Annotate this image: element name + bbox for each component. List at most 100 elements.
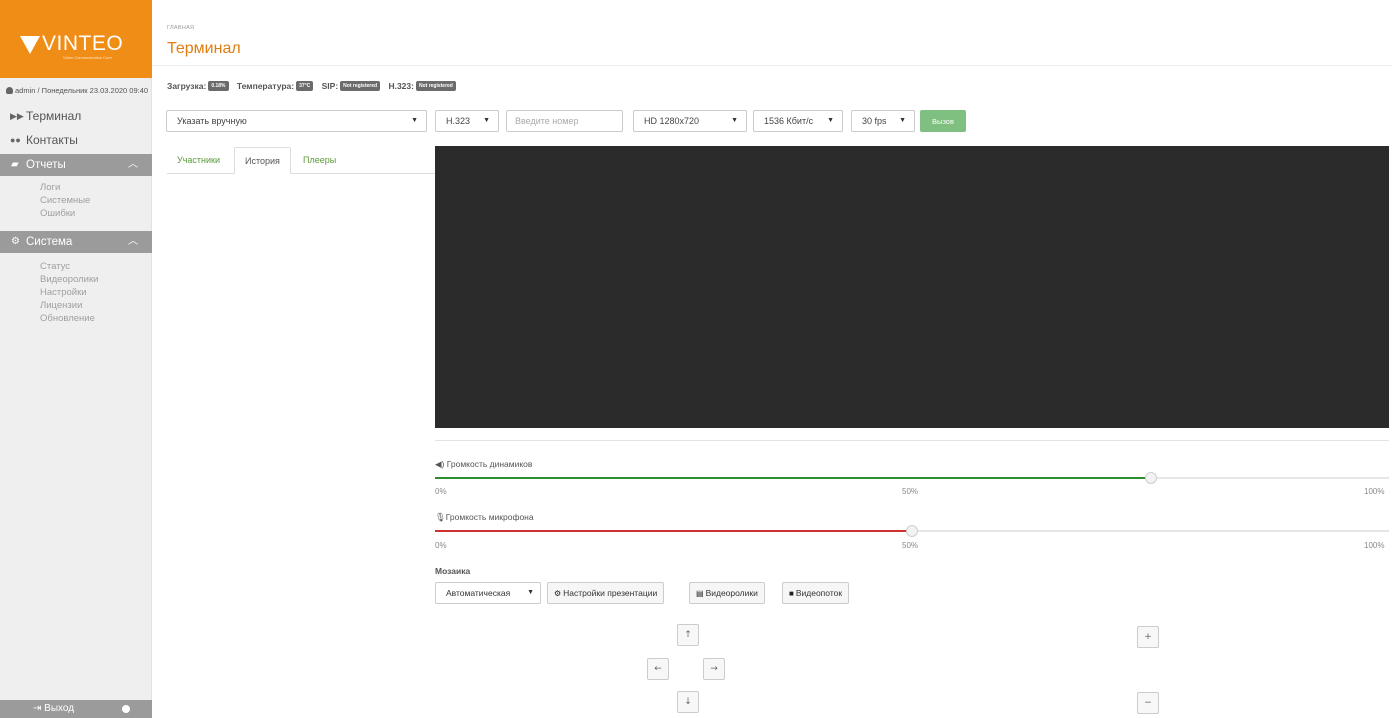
videos-label: Видеоролики [705,588,758,598]
dropdown-arrow-icon: ▼ [527,589,534,596]
mic-volume-text: Громкость микрофона [445,512,534,522]
call-button[interactable]: Вызов [920,110,966,132]
dropdown-arrow-icon: ▼ [899,117,906,124]
speaker-volume-text: Громкость динамиков [446,459,533,469]
film-icon: ▤ [696,589,704,598]
videostream-label: Видеопоток [795,588,843,598]
sidebar-item-errors[interactable]: Ошибки [40,208,75,220]
settings-gear-icon[interactable] [122,705,130,713]
tab-history[interactable]: История [234,147,291,174]
videostream-button[interactable]: ■ Видеопоток [782,582,850,604]
presentation-settings-button[interactable]: ⚙ Настройки презентации [547,582,665,604]
fps-select[interactable]: 30 fps ▼ [851,110,915,132]
logout-label: Выход [44,703,75,714]
logo-v-mark [20,36,40,54]
bitrate-select[interactable]: 1536 Кбит/с ▼ [753,110,843,132]
load-label: Загрузка: [167,80,207,91]
dropdown-arrow-icon: ▼ [827,117,834,124]
sidebar-item-status[interactable]: Статус [40,261,70,273]
load-badge: 0.18% [208,80,229,91]
bitrate-select-value: 1536 Кбит/с [764,116,814,126]
zoom-out-button[interactable]: − [1137,692,1159,714]
sidebar-item-terminal[interactable]: ▶▶ Терминал [0,105,152,127]
videos-button[interactable]: ▤ Видеоролики [689,582,765,604]
mosaic-mode-value: Автоматическая [446,588,511,598]
temperature-label: Температура: [236,80,295,91]
sidebar-item-update[interactable]: Обновление [40,313,95,325]
sidebar-item-label: Контакты [26,133,78,147]
sidebar-section-label: Система [26,236,73,248]
mic-scale-max: 100% [1364,541,1385,550]
zoom-in-button[interactable]: + [1137,626,1159,648]
chevron-up-icon: ︿ [128,236,138,247]
number-input[interactable] [506,110,623,132]
sidebar-item-settings[interactable]: Настройки [40,287,87,299]
mic-scale-min: 0% [435,541,447,550]
logo-tagline: Video Communication Core [63,55,112,60]
dropdown-arrow-icon: ▼ [483,117,490,124]
video-camera-icon: ■ [789,589,794,598]
contact-select-value: Указать вручную [177,116,247,126]
camera-right-button[interactable]: → [703,658,725,680]
speaker-volume-handle[interactable] [1144,472,1157,484]
cogs-icon: ⚙ [11,236,20,247]
mic-scale-mid: 50% [902,541,919,550]
logo-brand: VINTEO [42,32,124,55]
resolution-select[interactable]: HD 1280x720 ▼ [633,110,747,132]
sidebar-section-system[interactable]: ⚙ Система ︿ [0,231,152,253]
book-icon: ▰ [11,159,19,170]
fast-forward-icon: ▶▶ [10,111,24,121]
dropdown-arrow-icon: ▼ [411,117,418,124]
protocol-select-value: H.323 [446,116,471,126]
page-title: Терминал [167,40,241,57]
speaker-scale-mid: 50% [902,487,919,496]
chevron-up-icon: ︿ [128,159,138,170]
presentation-settings-label: Настройки презентации [563,588,658,598]
status-bar: Загрузка: 0.18% Температура: 37°C SIP: Not … [167,80,462,92]
speaker-scale-min: 0% [435,487,447,496]
sidebar: VINTEO Video Communication Core admin / … [0,0,152,718]
camera-down-button[interactable]: ↓ [677,691,699,713]
logout-bar: ⇥ Выход [0,700,152,718]
protocol-select[interactable]: H.323 ▼ [435,110,499,132]
contact-select[interactable]: Указать вручную ▼ [166,110,427,132]
sidebar-item-videos[interactable]: Видеоролики [40,274,98,286]
dropdown-arrow-icon: ▼ [731,117,738,124]
microphone-icon: 🎙 [435,512,446,522]
mic-volume-slider[interactable] [435,525,1389,537]
user-info-text: admin / Понедельник 23.03.2020 09:40 [15,86,149,95]
sidebar-item-licenses[interactable]: Лицензии [40,300,82,312]
temperature-badge: 37°C [296,80,314,91]
camera-up-button[interactable]: ↑ [677,624,699,646]
mosaic-mode-select[interactable]: Автоматическая ▼ [435,582,541,604]
sidebar-item-logs[interactable]: Логи [40,182,60,194]
h323-label: H.323: [388,80,414,91]
speaker-volume-fill [435,477,1151,479]
vinteo-logo[interactable]: VINTEO Video Communication Core [0,0,152,78]
sidebar-item-contacts[interactable]: ●● Контакты [0,129,152,151]
sip-label: SIP: [321,80,339,91]
mic-volume-fill [435,530,912,532]
logout-button[interactable]: ⇥ Выход [33,700,74,718]
video-divider [435,440,1389,441]
video-panel[interactable] [435,146,1389,428]
sidebar-section-reports[interactable]: ▰ Отчеты ︿ [0,154,152,176]
tab-participants[interactable]: Участники [167,147,230,174]
speaker-scale-max: 100% [1364,487,1385,496]
breadcrumb[interactable]: ГЛАВНАЯ [167,25,194,31]
resolution-select-value: HD 1280x720 [644,116,700,126]
sidebar-section-label: Отчеты [26,159,66,171]
tab-players[interactable]: Плееры [293,147,346,174]
sidebar-item-system-logs[interactable]: Системные [40,195,90,207]
users-icon: ●● [10,135,21,145]
mic-volume-handle[interactable] [906,525,918,537]
camera-left-button[interactable]: ← [647,658,669,680]
gear-icon: ⚙ [554,589,562,598]
speaker-icon: ◀) [435,459,445,469]
fps-select-value: 30 fps [862,116,887,126]
tab-bar: Участники История Плееры [167,147,435,174]
header-divider [152,65,1392,66]
mosaic-label: Мозаика [435,566,471,576]
user-info[interactable]: admin / Понедельник 23.03.2020 09:40 [6,86,148,95]
speaker-volume-slider[interactable] [435,472,1389,484]
